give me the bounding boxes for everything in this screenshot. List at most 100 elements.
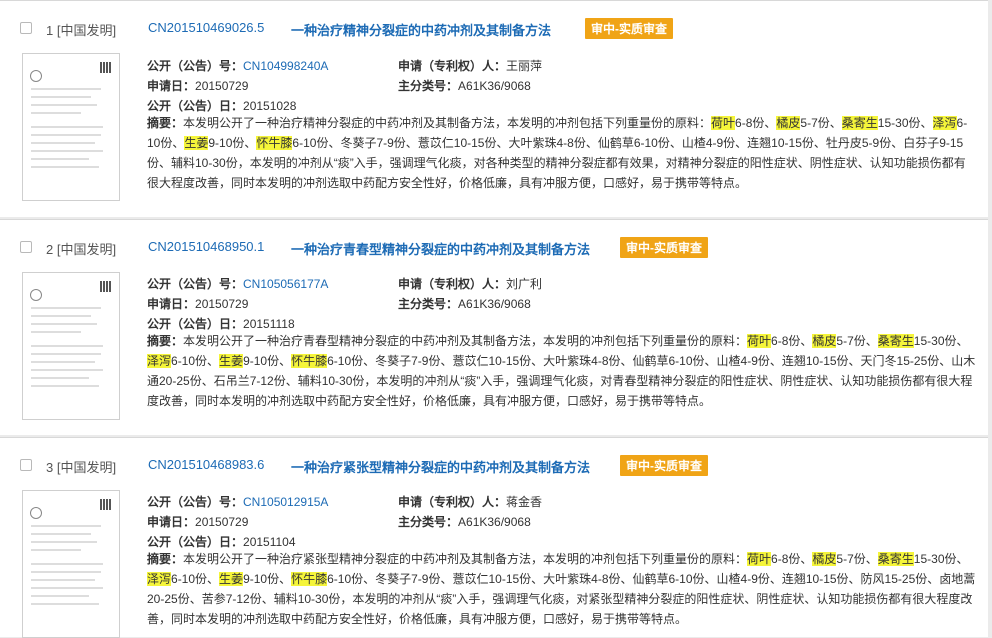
application-number-link[interactable]: CN201510468983.6 [148, 457, 264, 472]
publication-number-link[interactable]: CN105056177A [243, 277, 328, 291]
publication-date-value: 20151118 [243, 317, 295, 331]
publication-number-link[interactable]: CN105012915A [243, 495, 328, 509]
keyword-highlight: 桑寄生 [841, 116, 878, 130]
application-number-link[interactable]: CN201510469026.5 [148, 20, 264, 35]
select-checkbox[interactable] [20, 22, 32, 34]
qr-code-icon [100, 62, 111, 73]
ipc-row: 主分类号：A61K36/9068 [398, 77, 531, 94]
ipc-value: A61K36/9068 [458, 297, 531, 311]
keyword-highlight: 荷叶 [747, 552, 772, 566]
abstract-text: 6-10份、 [171, 572, 220, 586]
abstract-text: 15-30份、 [913, 334, 969, 348]
applicant-row: 申请（专利权）人：刘广利 [398, 275, 542, 292]
patent-title-link[interactable]: 一种治疗紧张型精神分裂症的中药冲剂及其制备方法 [291, 457, 590, 476]
keyword-highlight: 橘皮 [812, 334, 837, 348]
keyword-highlight: 泽泻 [932, 116, 957, 130]
qr-code-icon [100, 499, 111, 510]
publication-date-value: 20151104 [243, 535, 296, 549]
abstract: 摘要：本发明公开了一种治疗紧张型精神分裂症的中药冲剂及其制备方法，本发明的冲剂包… [147, 549, 977, 629]
abstract-text: 6-10份、 [171, 354, 220, 368]
abstract-label: 摘要： [147, 552, 184, 566]
abstract-text: 9-10份、 [208, 136, 257, 150]
patent-title-link[interactable]: 一种治疗精神分裂症的中药冲剂及其制备方法 [291, 20, 551, 39]
document-thumbnail[interactable] [22, 53, 120, 201]
keyword-highlight: 桑寄生 [877, 334, 914, 348]
application-date-row: 申请日：20150729 [147, 77, 248, 94]
abstract-text: 15-30份、 [877, 116, 933, 130]
publication-number-link[interactable]: CN104998240A [243, 59, 328, 73]
document-thumbnail[interactable] [22, 490, 120, 638]
logo-icon [30, 507, 42, 519]
result-record: 2 [中国发明] CN201510468950.1 一种治疗青春型精神分裂症的中… [0, 219, 988, 435]
abstract-text: 6-8份、 [771, 334, 813, 348]
publication-number-row: 公开（公告）号：CN105012915A [147, 493, 328, 510]
status-badge: 审中-实质审查 [585, 18, 673, 39]
abstract-text: 5-7份、 [836, 552, 878, 566]
publication-number-label: 公开（公告）号： [147, 495, 244, 509]
abstract-text: 5-7份、 [800, 116, 842, 130]
keyword-highlight: 橘皮 [776, 116, 801, 130]
result-record: 3 [中国发明] CN201510468983.6 一种治疗紧张型精神分裂症的中… [0, 437, 988, 638]
result-list: 1 [中国发明] CN201510469026.5 一种治疗精神分裂症的中药冲剂… [0, 0, 992, 638]
abstract-text: 15-30份、 [913, 552, 969, 566]
status-badge: 审中-实质审查 [620, 237, 708, 258]
application-date-value: 20150729 [195, 79, 249, 93]
application-date-row: 申请日：20150729 [147, 513, 248, 530]
ipc-value: A61K36/9068 [458, 79, 531, 93]
logo-icon [30, 289, 42, 301]
application-number-link[interactable]: CN201510468950.1 [148, 239, 264, 254]
abstract: 摘要：本发明公开了一种治疗青春型精神分裂症的中药冲剂及其制备方法，本发明的冲剂包… [147, 331, 977, 411]
keyword-highlight: 桑寄生 [877, 552, 914, 566]
publication-date-label: 公开（公告）日： [147, 317, 244, 331]
publication-date-label: 公开（公告）日： [147, 535, 244, 549]
applicant-value: 刘广利 [506, 277, 543, 291]
application-date-value: 20150729 [195, 515, 249, 529]
keyword-highlight: 橘皮 [812, 552, 837, 566]
applicant-label: 申请（专利权）人： [398, 277, 507, 291]
keyword-highlight: 怀牛膝 [291, 354, 328, 368]
publication-number-row: 公开（公告）号：CN105056177A [147, 275, 328, 292]
document-thumbnail[interactable] [22, 272, 120, 420]
applicant-value: 蒋金香 [506, 495, 543, 509]
ipc-label: 主分类号： [398, 515, 459, 529]
keyword-highlight: 生姜 [184, 136, 209, 150]
result-record: 1 [中国发明] CN201510469026.5 一种治疗精神分裂症的中药冲剂… [0, 0, 988, 217]
abstract-text: 6-8份、 [735, 116, 777, 130]
abstract-text: 9-10份、 [243, 354, 292, 368]
logo-icon [30, 70, 42, 82]
record-index: 3 [中国发明] [46, 460, 117, 475]
ipc-row: 主分类号：A61K36/9068 [398, 513, 531, 530]
abstract-label: 摘要： [147, 334, 184, 348]
status-badge: 审中-实质审查 [620, 455, 708, 476]
keyword-highlight: 荷叶 [711, 116, 736, 130]
application-date-label: 申请日： [147, 515, 196, 529]
publication-number-label: 公开（公告）号： [147, 59, 244, 73]
application-date-value: 20150729 [195, 297, 249, 311]
patent-title-link[interactable]: 一种治疗青春型精神分裂症的中药冲剂及其制备方法 [291, 239, 590, 258]
keyword-highlight: 怀牛膝 [291, 572, 328, 586]
select-checkbox[interactable] [20, 241, 32, 253]
abstract-text: 6-8份、 [771, 552, 813, 566]
publication-date-row: 公开（公告）日：20151028 [147, 97, 296, 114]
select-checkbox[interactable] [20, 459, 32, 471]
record-index: 1 [中国发明] [46, 23, 117, 38]
application-date-label: 申请日： [147, 297, 196, 311]
record-index: 2 [中国发明] [46, 242, 117, 257]
applicant-row: 申请（专利权）人：王丽萍 [398, 57, 542, 74]
keyword-highlight: 荷叶 [747, 334, 772, 348]
publication-date-row: 公开（公告）日：20151104 [147, 533, 296, 550]
ipc-label: 主分类号： [398, 297, 459, 311]
abstract-text: 本发明公开了一种治疗青春型精神分裂症的中药冲剂及其制备方法，本发明的冲剂包括下列… [183, 334, 748, 348]
applicant-value: 王丽萍 [506, 59, 543, 73]
ipc-row: 主分类号：A61K36/9068 [398, 295, 531, 312]
abstract-text: 本发明公开了一种治疗紧张型精神分裂症的中药冲剂及其制备方法，本发明的冲剂包括下列… [183, 552, 748, 566]
applicant-label: 申请（专利权）人： [398, 59, 507, 73]
publication-number-row: 公开（公告）号：CN104998240A [147, 57, 328, 74]
abstract-text: 9-10份、 [243, 572, 292, 586]
keyword-highlight: 泽泻 [147, 572, 172, 586]
ipc-value: A61K36/9068 [458, 515, 531, 529]
abstract: 摘要：本发明公开了一种治疗精神分裂症的中药冲剂及其制备方法，本发明的冲剂包括下列… [147, 113, 977, 193]
abstract-label: 摘要： [147, 116, 184, 130]
keyword-highlight: 泽泻 [147, 354, 172, 368]
keyword-highlight: 生姜 [219, 354, 244, 368]
